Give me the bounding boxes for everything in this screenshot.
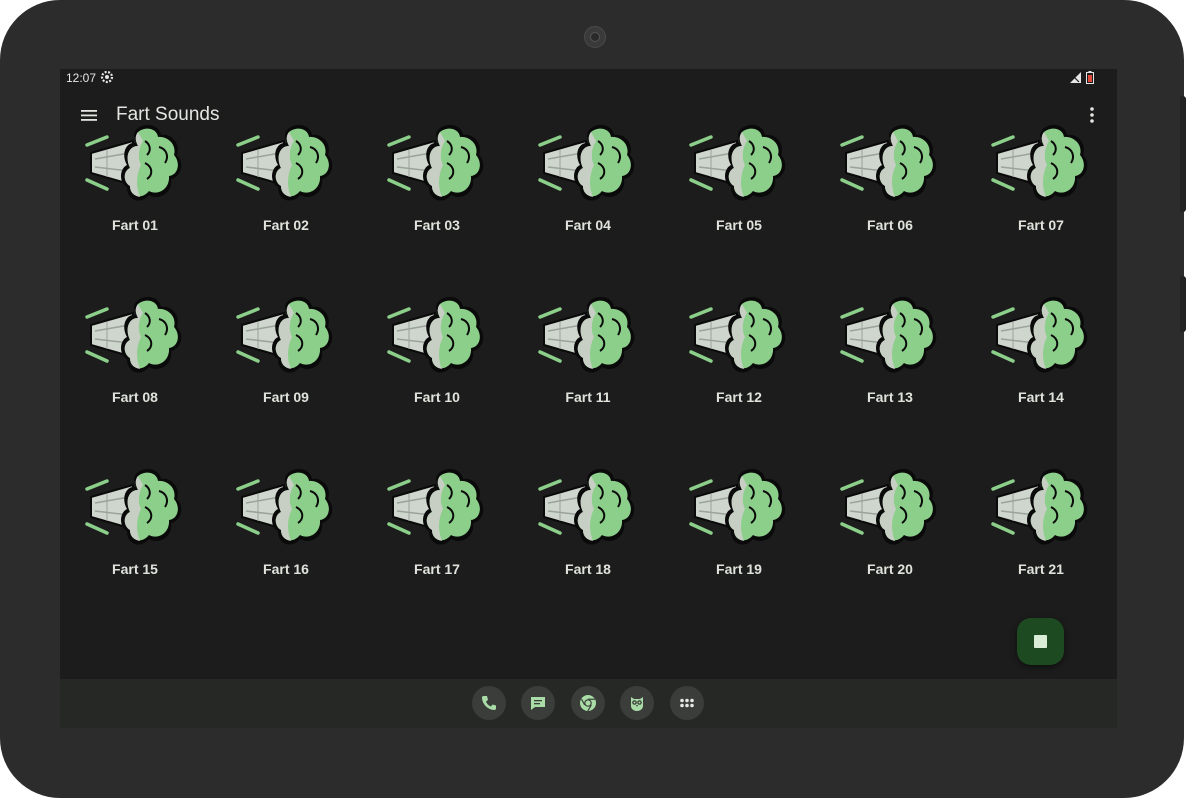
fart-cloud-icon xyxy=(689,296,786,373)
status-bar: 12:07 xyxy=(60,69,1117,87)
sound-label: Fart 10 xyxy=(414,389,460,405)
sound-label: Fart 11 xyxy=(565,389,611,405)
sound-label: Fart 12 xyxy=(716,389,762,405)
sound-label: Fart 13 xyxy=(867,389,913,405)
sound-label: Fart 09 xyxy=(263,389,309,405)
sound-tile[interactable]: Fart 03 xyxy=(362,93,512,233)
sound-label: Fart 20 xyxy=(867,561,913,577)
sound-tile[interactable]: Fart 11 xyxy=(513,265,663,405)
fart-cloud-icon xyxy=(236,468,333,545)
power-button xyxy=(1180,276,1186,332)
sound-label: Fart 14 xyxy=(1018,389,1064,405)
sound-tile[interactable]: Fart 05 xyxy=(664,93,814,233)
fart-cloud-icon xyxy=(236,296,333,373)
fart-cloud-icon xyxy=(991,296,1088,373)
fart-cloud-icon xyxy=(85,124,182,201)
signal-icon xyxy=(1070,72,1081,83)
sound-label: Fart 15 xyxy=(112,561,158,577)
sound-tile[interactable]: Fart 06 xyxy=(815,93,965,233)
sound-label: Fart 19 xyxy=(716,561,762,577)
sound-tile[interactable]: Fart 20 xyxy=(815,437,965,577)
phone-icon xyxy=(482,696,496,710)
sound-tile[interactable]: Fart 14 xyxy=(966,265,1116,405)
sound-label: Fart 07 xyxy=(1018,217,1064,233)
fart-cloud-icon xyxy=(538,296,635,373)
fart-cloud-icon xyxy=(387,296,484,373)
stop-icon xyxy=(1034,635,1047,648)
fart-cloud-icon xyxy=(840,468,937,545)
sound-label: Fart 05 xyxy=(716,217,762,233)
fart-cloud-icon xyxy=(387,124,484,201)
sound-label: Fart 21 xyxy=(1018,561,1064,577)
sound-label: Fart 01 xyxy=(112,217,158,233)
fart-cloud-icon xyxy=(85,296,182,373)
battery-icon xyxy=(1086,71,1094,84)
fart-cloud-icon xyxy=(387,468,484,545)
screen: 12:07 Fart Sounds Fart 01 Fart 02 Fart 0… xyxy=(60,69,1117,728)
app-drawer-icon xyxy=(680,698,694,708)
sound-tile[interactable]: Fart 08 xyxy=(60,265,210,405)
camera-icon xyxy=(584,26,606,48)
sound-tile[interactable]: Fart 10 xyxy=(362,265,512,405)
volume-button xyxy=(1180,96,1186,212)
sound-label: Fart 08 xyxy=(112,389,158,405)
sound-tile[interactable]: Fart 19 xyxy=(664,437,814,577)
sound-tile[interactable]: Fart 16 xyxy=(211,437,361,577)
fart-cloud-icon xyxy=(236,124,333,201)
sound-tile[interactable]: Fart 13 xyxy=(815,265,965,405)
phone-app-button[interactable] xyxy=(472,686,506,720)
sound-tile[interactable]: Fart 02 xyxy=(211,93,361,233)
fart-cloud-icon xyxy=(840,124,937,201)
sound-tile[interactable]: Fart 18 xyxy=(513,437,663,577)
sound-label: Fart 16 xyxy=(263,561,309,577)
sound-tile[interactable]: Fart 17 xyxy=(362,437,512,577)
fart-cloud-icon xyxy=(538,124,635,201)
sound-label: Fart 02 xyxy=(263,217,309,233)
fart-cloud-icon xyxy=(689,468,786,545)
messages-icon xyxy=(531,697,545,710)
sound-tile[interactable]: Fart 09 xyxy=(211,265,361,405)
dock xyxy=(60,679,1117,728)
owl-app-icon xyxy=(631,697,643,711)
fart-cloud-icon xyxy=(991,124,1088,201)
sound-label: Fart 17 xyxy=(414,561,460,577)
fart-cloud-icon xyxy=(538,468,635,545)
chrome-icon xyxy=(580,695,596,712)
sound-label: Fart 18 xyxy=(565,561,611,577)
sound-tile[interactable]: Fart 04 xyxy=(513,93,663,233)
status-time: 12:07 xyxy=(66,71,97,85)
fart-cloud-icon xyxy=(85,468,182,545)
sound-tile[interactable]: Fart 12 xyxy=(664,265,814,405)
app-drawer-button[interactable] xyxy=(670,686,704,720)
sound-label: Fart 03 xyxy=(414,217,460,233)
fart-cloud-icon xyxy=(991,468,1088,545)
fart-cloud-icon xyxy=(689,124,786,201)
sound-tile[interactable]: Fart 15 xyxy=(60,437,210,577)
settings-gear-icon xyxy=(100,70,114,84)
messages-app-button[interactable] xyxy=(521,686,555,720)
sound-label: Fart 06 xyxy=(867,217,913,233)
sound-tile[interactable]: Fart 07 xyxy=(966,93,1116,233)
sound-tile[interactable]: Fart 01 xyxy=(60,93,210,233)
fart-cloud-icon xyxy=(840,296,937,373)
sound-label: Fart 04 xyxy=(565,217,611,233)
owl-app-button[interactable] xyxy=(620,686,654,720)
chrome-app-button[interactable] xyxy=(571,686,605,720)
stop-button[interactable] xyxy=(1017,618,1064,665)
sound-tile[interactable]: Fart 21 xyxy=(966,437,1116,577)
